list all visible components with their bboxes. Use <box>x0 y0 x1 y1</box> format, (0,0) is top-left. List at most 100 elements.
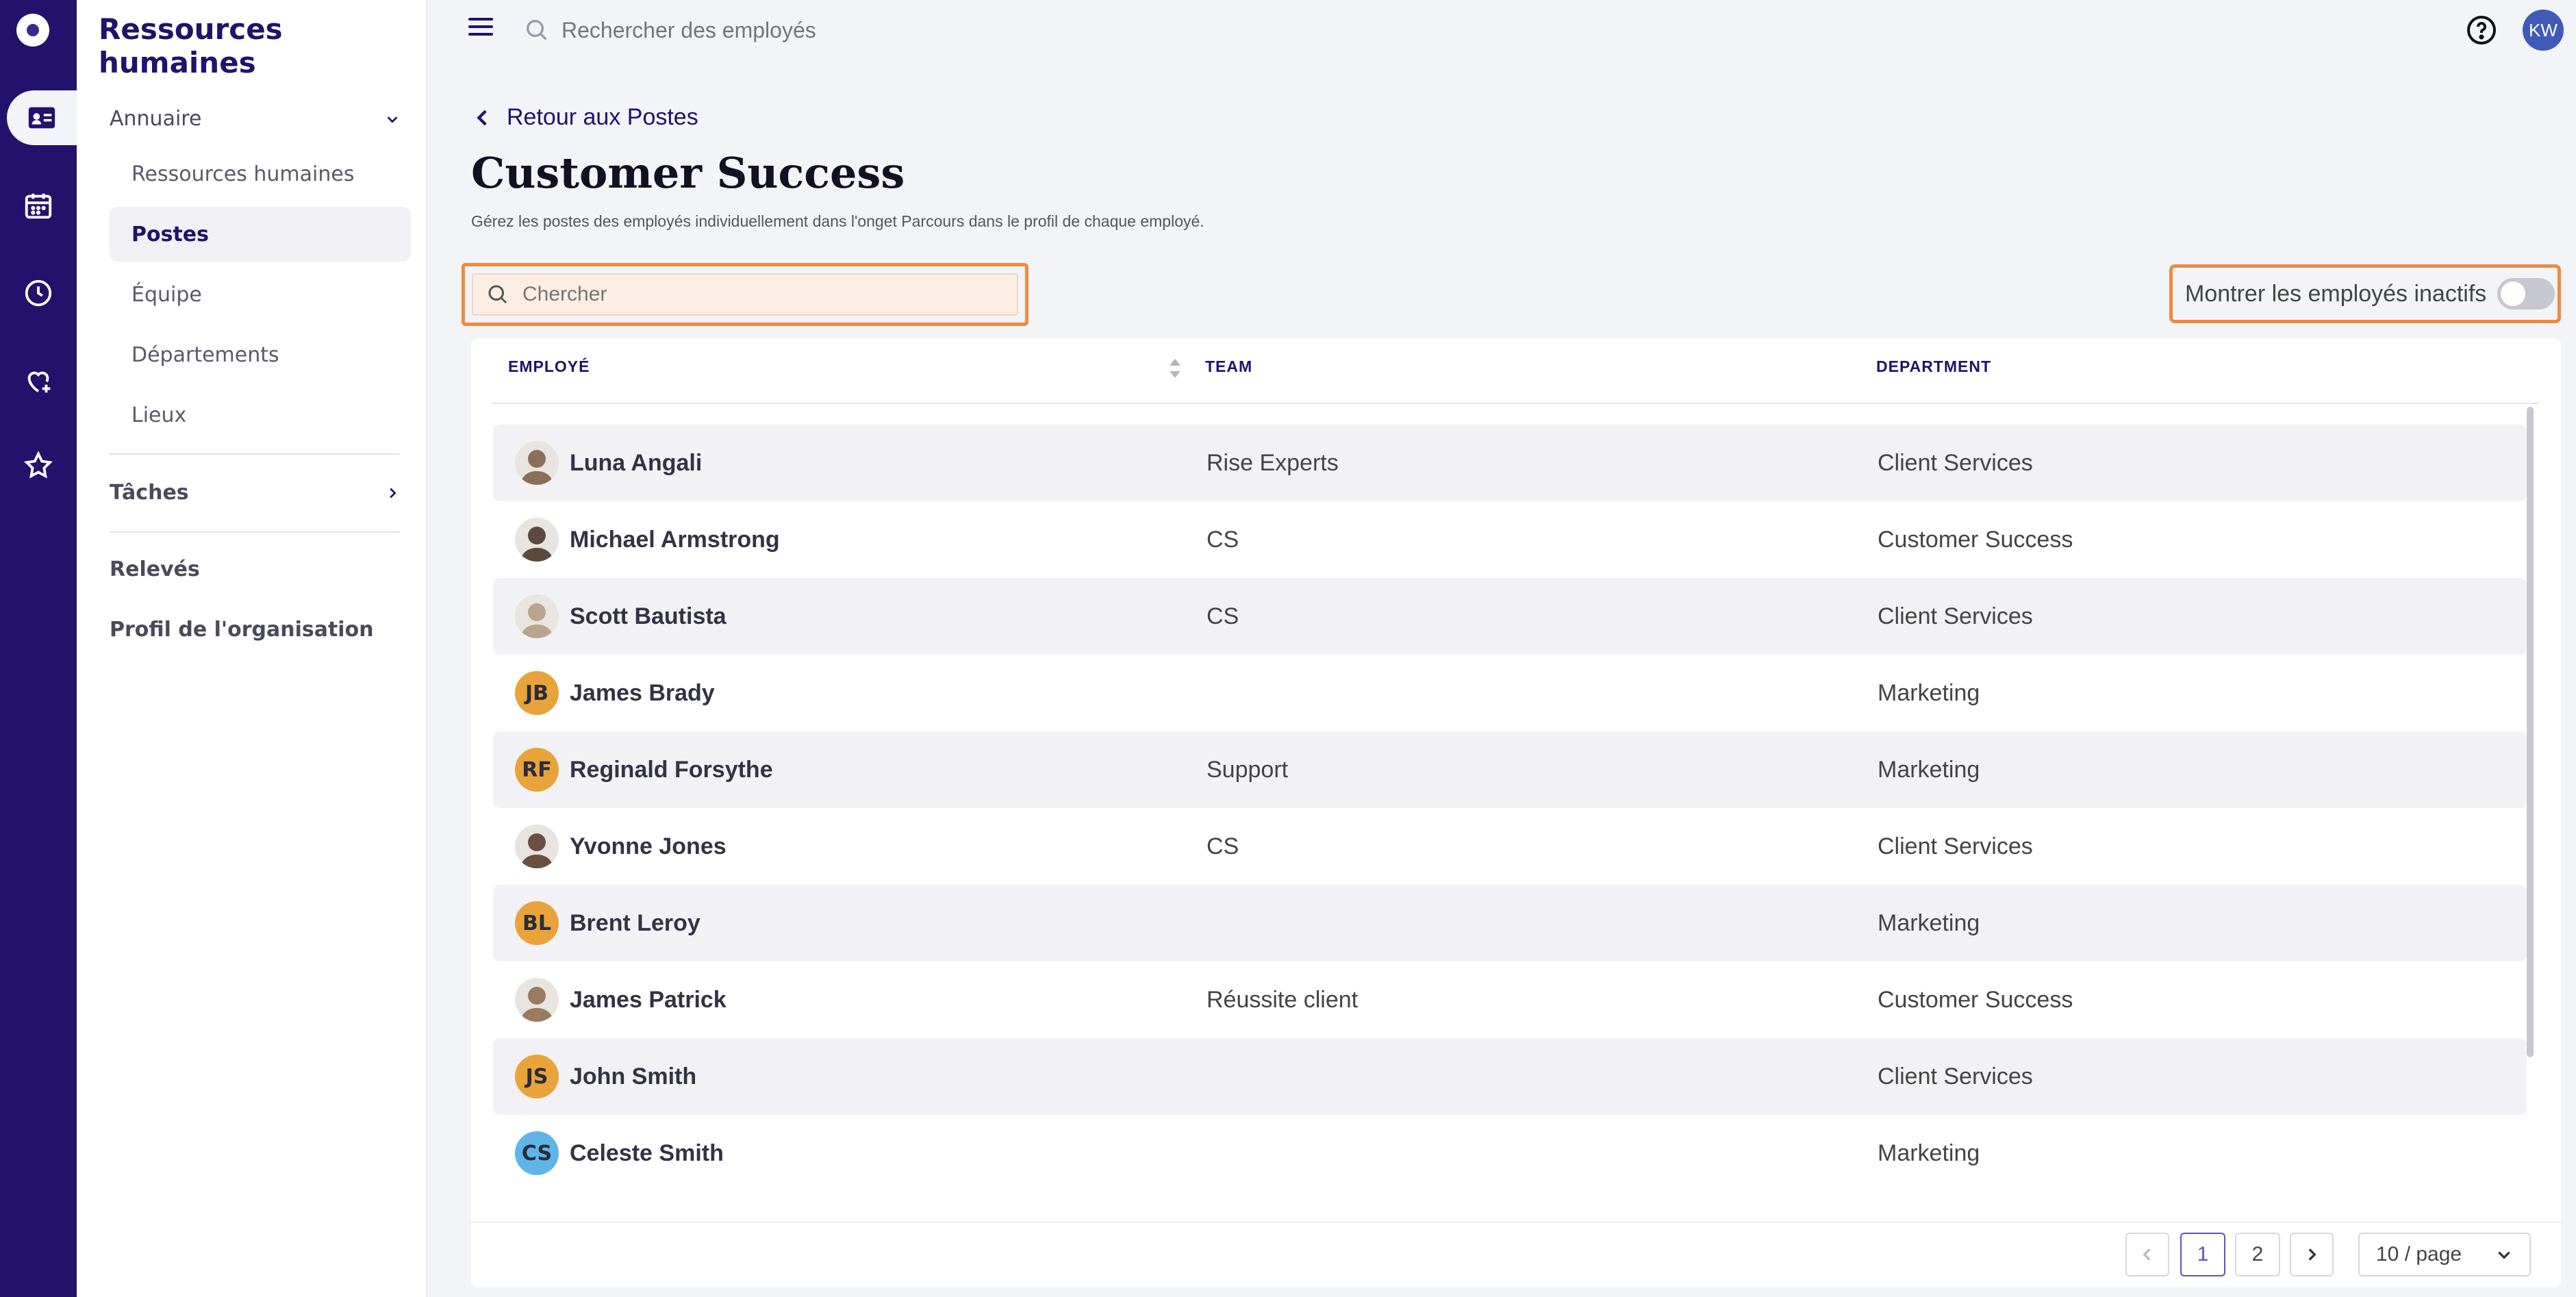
table-row[interactable]: CS Celeste Smith Marketing <box>493 1115 2527 1192</box>
nav-link-releves[interactable]: Relevés <box>110 557 200 581</box>
section-title: Ressources humaines <box>99 12 283 79</box>
employee-name[interactable]: Brent Leroy <box>570 910 700 937</box>
employee-name[interactable]: Scott Bautista <box>570 603 727 630</box>
toggle-knob <box>2501 281 2526 306</box>
employee-team: CS <box>1207 526 1239 553</box>
table-search-highlight <box>462 263 1028 326</box>
table-row[interactable]: JS John Smith Client Services <box>493 1038 2527 1115</box>
employee-name[interactable]: Michael Armstrong <box>570 527 780 553</box>
column-header-team: TEAM <box>1205 357 1253 375</box>
table-row[interactable]: Yvonne Jones CS Client Services <box>493 808 2527 885</box>
user-avatar[interactable]: KW <box>2523 10 2564 51</box>
nav-item-label: Lieux <box>131 403 187 427</box>
nav-item-departements[interactable]: Départements <box>110 327 411 382</box>
employee-department: Client Services <box>1878 833 2033 859</box>
employee-team: CS <box>1207 603 1239 629</box>
app-rail <box>0 0 77 1297</box>
inactive-toggle-highlight: Montrer les employés inactifs <box>2169 264 2561 323</box>
employee-initials-avatar: JS <box>515 1055 559 1098</box>
employee-team: Rise Experts <box>1207 449 1339 476</box>
help-icon[interactable] <box>2465 14 2498 47</box>
chevron-down-icon <box>387 116 398 123</box>
chevron-right-icon <box>390 488 396 498</box>
chevron-left-icon <box>477 110 487 125</box>
table-row[interactable]: James Patrick Réussite client Customer Suc… <box>493 961 2527 1038</box>
table-header: EMPLOYÉ TEAM DEPARTMENT <box>492 338 2539 404</box>
inactive-employees-toggle[interactable] <box>2497 278 2555 310</box>
nav-group-annuaire[interactable]: Annuaire <box>110 107 400 131</box>
scrollbar[interactable] <box>2527 407 2534 1057</box>
employee-name[interactable]: John Smith <box>570 1063 696 1090</box>
back-link[interactable]: Retour aux Postes <box>471 104 698 131</box>
employee-team: Réussite client <box>1207 986 1359 1013</box>
back-link-label: Retour aux Postes <box>507 104 698 130</box>
star-icon[interactable] <box>0 438 77 493</box>
table-row[interactable]: JB James Brady Marketing <box>493 655 2527 731</box>
employee-name[interactable]: Luna Angali <box>570 450 702 477</box>
divider <box>110 531 400 533</box>
sort-icon[interactable] <box>1167 356 1183 381</box>
employee-name[interactable]: Yvonne Jones <box>570 833 727 860</box>
table-search-input[interactable] <box>522 283 948 306</box>
table-row[interactable]: Luna Angali Rise Experts Client Services <box>493 425 2527 501</box>
employee-department: Client Services <box>1878 449 2033 476</box>
nav-item-ressources-humaines[interactable]: Ressources humaines <box>110 147 411 201</box>
employee-photo-avatar <box>515 594 559 638</box>
nav-group-taches[interactable]: Tâches <box>110 481 400 505</box>
chevron-right-icon <box>2308 1248 2316 1261</box>
divider <box>110 453 400 455</box>
table-row[interactable]: Scott Bautista CS Client Services <box>493 578 2527 655</box>
employee-department: Marketing <box>1878 679 1980 706</box>
employee-photo-avatar <box>515 518 559 562</box>
employee-department: Client Services <box>1878 1063 2033 1090</box>
employee-team: CS <box>1207 833 1239 859</box>
prev-page-button[interactable] <box>2125 1233 2169 1276</box>
chevron-left-icon <box>2143 1248 2151 1261</box>
nav-link-profil-organisation[interactable]: Profil de l'organisation <box>110 618 374 642</box>
employee-department: Client Services <box>1878 603 2033 629</box>
employee-department: Marketing <box>1878 909 1980 936</box>
nav-group-label: Tâches <box>110 481 189 505</box>
employee-department: Customer Success <box>1878 526 2073 553</box>
employee-department: Customer Success <box>1878 986 2073 1013</box>
column-header-department: DEPARTMENT <box>1876 357 1992 375</box>
menu-icon[interactable] <box>468 18 493 38</box>
employee-name[interactable]: Celeste Smith <box>570 1140 724 1167</box>
heart-plus-icon[interactable] <box>0 353 77 408</box>
table-body: Luna Angali Rise Experts Client Services Mi… <box>493 425 2527 1192</box>
nav-item-equipe[interactable]: Équipe <box>110 267 411 322</box>
nav-group-label: Annuaire <box>110 107 202 131</box>
nav-item-label: Équipe <box>131 282 202 307</box>
employee-department: Marketing <box>1878 1139 1980 1166</box>
employees-table-card: EMPLOYÉ TEAM DEPARTMENT Luna Angali Rise … <box>471 338 2561 1287</box>
inactive-toggle-label: Montrer les employés inactifs <box>2185 280 2487 307</box>
nav-item-lieux[interactable]: Lieux <box>110 388 411 442</box>
clock-icon[interactable] <box>0 266 77 320</box>
employee-initials-avatar: JB <box>515 671 559 715</box>
table-search-field[interactable] <box>472 273 1018 316</box>
employee-name[interactable]: Reginald Forsythe <box>570 757 773 783</box>
secondary-sidebar: Ressources humaines Annuaire Ressources … <box>77 0 427 1297</box>
employee-name[interactable]: James Brady <box>570 680 715 707</box>
divider <box>471 1222 2561 1223</box>
nav-item-postes[interactable]: Postes <box>110 207 411 262</box>
app-logo-icon[interactable] <box>16 14 49 47</box>
employee-team: Support <box>1207 756 1289 783</box>
employee-photo-avatar <box>515 978 559 1022</box>
employee-name[interactable]: James Patrick <box>570 987 727 1013</box>
table-row[interactable]: RF Reginald Forsythe Support Marketing <box>493 731 2527 808</box>
employee-photo-avatar <box>515 824 559 868</box>
page-button-1[interactable]: 1 <box>2180 1233 2225 1276</box>
page-subtitle: Gérez les postes des employés individuel… <box>471 212 1204 230</box>
employee-search-input[interactable] <box>561 12 1109 48</box>
next-page-button[interactable] <box>2290 1233 2334 1276</box>
page-button-2[interactable]: 2 <box>2235 1233 2280 1276</box>
nav-item-label: Postes <box>131 222 209 247</box>
page-size-select[interactable]: 10 / page <box>2358 1233 2531 1276</box>
chevron-down-icon <box>2498 1251 2510 1259</box>
column-header-employe[interactable]: EMPLOYÉ <box>508 357 590 376</box>
table-row[interactable]: BL Brent Leroy Marketing <box>493 885 2527 961</box>
directory-icon[interactable] <box>7 90 77 145</box>
table-row[interactable]: Michael Armstrong CS Customer Success <box>493 501 2527 578</box>
calendar-icon[interactable] <box>0 178 77 233</box>
